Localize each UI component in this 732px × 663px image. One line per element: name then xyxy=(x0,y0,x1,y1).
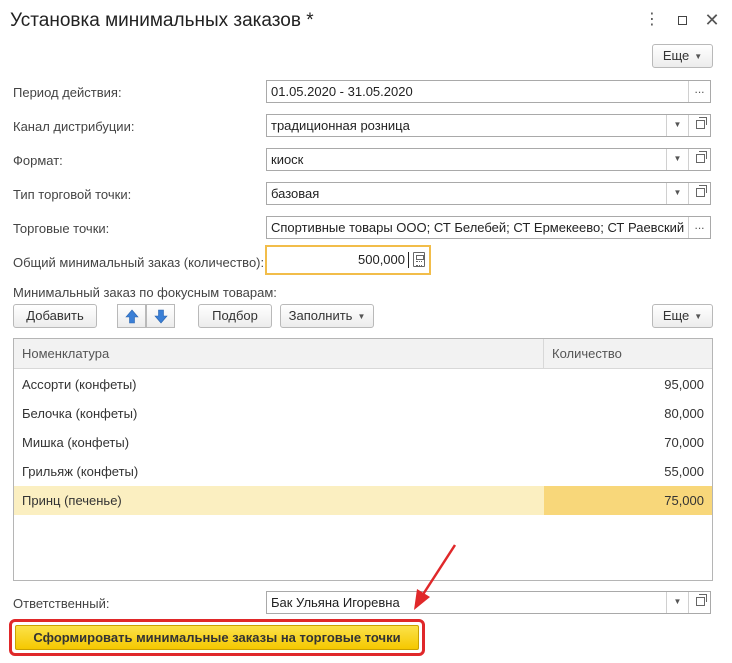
row-name: Мишка (конфеты) xyxy=(22,435,130,450)
table-header: Номенклатура Количество xyxy=(14,339,712,369)
outlet-type-field[interactable]: базовая ▼ xyxy=(266,182,711,205)
chevron-down-icon: ▼ xyxy=(694,311,703,321)
fill-button[interactable]: Заполнить ▼ xyxy=(280,304,374,328)
table-row-selected[interactable]: Принц (печенье) 75,000 xyxy=(14,486,712,515)
period-label: Период действия: xyxy=(13,85,122,100)
form-title: Установка минимальных заказов * xyxy=(10,10,314,31)
pick-button[interactable]: Подбор xyxy=(198,304,272,328)
generate-orders-button[interactable]: Сформировать минимальные заказы на торго… xyxy=(15,625,419,650)
focus-products-table[interactable]: Номенклатура Количество Ассорти (конфеты… xyxy=(13,338,713,581)
open-link-icon[interactable] xyxy=(688,115,710,136)
format-field[interactable]: киоск ▼ xyxy=(266,148,711,171)
table-row[interactable]: Мишка (конфеты) 70,000 xyxy=(14,428,712,457)
column-header-quantity[interactable]: Количество xyxy=(544,339,712,369)
arrow-down-icon xyxy=(154,309,168,324)
table-more-button[interactable]: Еще ▼ xyxy=(652,304,713,328)
row-qty: 80,000 xyxy=(664,406,704,421)
highlight-frame: Сформировать минимальные заказы на торго… xyxy=(9,619,425,656)
select-button[interactable]: ... xyxy=(688,81,710,102)
chevron-down-icon: ▼ xyxy=(357,311,366,321)
row-qty: 55,000 xyxy=(664,464,704,479)
more-options-icon[interactable]: ⋮ xyxy=(642,10,662,30)
table-row[interactable]: Грильяж (конфеты) 55,000 xyxy=(14,457,712,486)
row-name: Принц (печенье) xyxy=(22,493,122,508)
header-more-button[interactable]: Еще ▼ xyxy=(652,44,713,68)
add-button[interactable]: Добавить xyxy=(13,304,97,328)
total-min-order-label: Общий минимальный заказ (количество): xyxy=(13,255,265,270)
move-down-button[interactable] xyxy=(146,304,175,328)
row-name: Грильяж (конфеты) xyxy=(22,464,139,479)
text-cursor xyxy=(408,252,409,268)
channel-value: традиционная розница xyxy=(271,118,410,133)
chevron-down-icon: ▼ xyxy=(694,51,703,61)
row-qty: 75,000 xyxy=(664,493,704,508)
total-min-order-field[interactable]: 500,000 xyxy=(265,245,431,275)
total-min-order-value: 500,000 xyxy=(358,252,405,267)
row-qty: 70,000 xyxy=(664,435,704,450)
triangle-down-icon[interactable]: ▼ xyxy=(666,592,688,613)
maximize-icon[interactable] xyxy=(672,10,692,30)
triangle-down-icon[interactable]: ▼ xyxy=(666,149,688,170)
outlet-type-label: Тип торговой точки: xyxy=(13,187,132,202)
triangle-down-icon[interactable]: ▼ xyxy=(666,115,688,136)
row-name: Ассорти (конфеты) xyxy=(22,377,137,392)
outlet-type-value: базовая xyxy=(271,186,320,201)
calculator-icon[interactable] xyxy=(413,252,425,267)
outlets-value: Спортивные товары ООО; СТ Белебей; СТ Ер… xyxy=(271,220,686,235)
focus-section-label: Минимальный заказ по фокусным товарам: xyxy=(13,285,277,300)
outlets-label: Торговые точки: xyxy=(13,221,110,236)
period-value: 01.05.2020 - 31.05.2020 xyxy=(271,84,413,99)
triangle-down-icon[interactable]: ▼ xyxy=(666,183,688,204)
table-row[interactable]: Ассорти (конфеты) 95,000 xyxy=(14,370,712,399)
row-qty: 95,000 xyxy=(664,377,704,392)
arrow-up-icon xyxy=(125,309,139,324)
responsible-field[interactable]: Бак Ульяна Игоревна ▼ xyxy=(266,591,711,614)
annotation-arrow-icon xyxy=(414,544,457,610)
responsible-label: Ответственный: xyxy=(13,596,110,611)
open-link-icon[interactable] xyxy=(688,183,710,204)
period-field[interactable]: 01.05.2020 - 31.05.2020 ... xyxy=(266,80,711,103)
channel-label: Канал дистрибуции: xyxy=(13,119,135,134)
close-icon[interactable]: ✕ xyxy=(702,10,722,30)
move-up-button[interactable] xyxy=(117,304,146,328)
open-link-icon[interactable] xyxy=(688,149,710,170)
channel-field[interactable]: традиционная розница ▼ xyxy=(266,114,711,137)
format-value: киоск xyxy=(271,152,304,167)
row-name: Белочка (конфеты) xyxy=(22,406,138,421)
select-button[interactable]: ... xyxy=(688,217,710,238)
table-row[interactable]: Белочка (конфеты) 80,000 xyxy=(14,399,712,428)
open-link-icon[interactable] xyxy=(688,592,710,613)
format-label: Формат: xyxy=(13,153,63,168)
column-header-nomenclature[interactable]: Номенклатура xyxy=(14,339,544,369)
outlets-field[interactable]: Спортивные товары ООО; СТ Белебей; СТ Ер… xyxy=(266,216,711,239)
